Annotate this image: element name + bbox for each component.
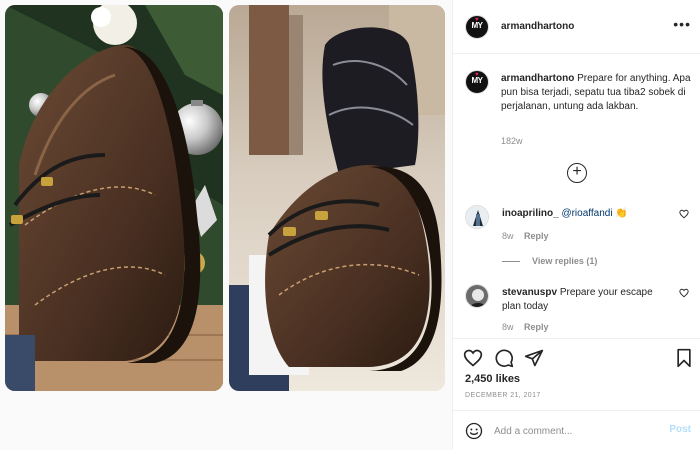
paper-plane-icon[interactable] — [524, 348, 544, 368]
caption-timestamp[interactable]: 182w — [501, 136, 523, 146]
view-replies-label: View replies (1) — [532, 256, 598, 266]
author-username[interactable]: armandhartono — [501, 21, 574, 32]
reply-button[interactable]: Reply — [524, 231, 549, 241]
comment-body: stevanuspv Prepare your escape plan toda… — [502, 286, 667, 314]
comment-meta: 8w Reply — [502, 322, 549, 332]
commenter-username[interactable]: inoaprilino_ — [502, 208, 559, 219]
comment-input[interactable] — [494, 423, 654, 439]
smiley-icon[interactable] — [465, 422, 483, 440]
avatar-logo-text: MY — [471, 76, 484, 85]
photo-boot-taped — [229, 5, 445, 391]
post-comment-button[interactable]: Post — [669, 424, 691, 435]
clap-emoji: 👏 — [615, 208, 628, 219]
comment-age[interactable]: 8w — [502, 231, 514, 241]
author-avatar[interactable]: ♥ MY — [465, 15, 489, 39]
post-date[interactable]: DECEMBER 21, 2017 — [465, 392, 541, 399]
action-bar — [453, 338, 700, 372]
comment-body: inoaprilino_ @rioaffandi 👏 — [502, 207, 667, 221]
reply-button[interactable]: Reply — [524, 322, 549, 332]
post-details-panel: ♥ MY armandhartono ••• ♥ MY armandharton… — [452, 0, 700, 450]
heart-icon[interactable] — [679, 209, 689, 219]
view-replies-button[interactable]: View replies (1) — [502, 256, 597, 266]
comment-meta: 8w Reply — [502, 231, 549, 241]
commenter-avatar[interactable] — [465, 284, 489, 308]
commenter-avatar[interactable] — [465, 205, 489, 229]
photo-boot-christmas-tree — [5, 5, 223, 391]
caption-username[interactable]: armandhartono — [501, 73, 574, 84]
replies-divider — [502, 261, 520, 263]
heart-icon[interactable] — [463, 348, 483, 368]
comment-mention-link[interactable]: @rioaffandi — [561, 208, 612, 219]
add-comment-bar: Post — [453, 410, 700, 450]
comment-icon[interactable] — [494, 348, 514, 368]
caption-avatar[interactable]: ♥ MY — [465, 70, 489, 94]
avatar-logo-text: MY — [471, 21, 484, 30]
comment-item: stevanuspv Prepare your escape plan toda… — [465, 284, 693, 336]
caption-body: armandhartono Prepare for anything. Apa … — [501, 72, 697, 114]
plus-circle-icon[interactable]: + — [567, 163, 587, 183]
comment-age[interactable]: 8w — [502, 322, 514, 332]
bookmark-icon[interactable] — [674, 348, 694, 368]
commenter-username[interactable]: stevanuspv — [502, 287, 557, 298]
more-options-icon[interactable]: ••• — [673, 16, 691, 32]
post-media — [0, 0, 452, 450]
like-count[interactable]: 2,450 likes — [465, 373, 520, 385]
post-header: ♥ MY armandhartono ••• — [453, 0, 700, 54]
heart-icon[interactable] — [679, 288, 689, 298]
